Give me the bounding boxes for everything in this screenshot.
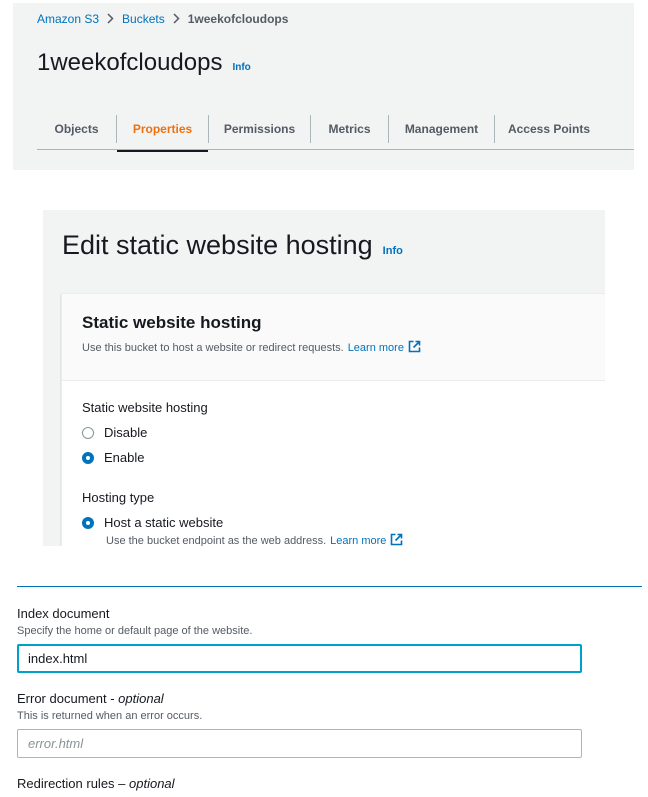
- radio-host-static-label: Host a static website: [104, 515, 224, 530]
- edit-title-text: Edit static website hosting: [62, 230, 373, 260]
- hosting-field-label: Static website hosting: [82, 400, 208, 415]
- external-link-icon[interactable]: [408, 340, 421, 356]
- chevron-right-icon: [173, 12, 180, 26]
- optional-tag: optional: [129, 776, 175, 791]
- learn-more-link[interactable]: Learn more: [330, 535, 386, 546]
- radio-disable-label: Disable: [104, 425, 148, 440]
- form-top-border: [17, 586, 642, 587]
- hosting-type-label: Hosting type: [82, 490, 155, 505]
- optional-tag: optional: [118, 691, 164, 706]
- chevron-right-icon: [107, 12, 114, 26]
- tab-properties[interactable]: Properties: [117, 107, 208, 152]
- edit-page-title: Edit static website hosting Info: [62, 230, 403, 261]
- radio-enable-label: Enable: [104, 450, 145, 465]
- bucket-header-panel: Amazon S3 Buckets 1weekofcloudops 1weeko…: [13, 3, 634, 170]
- radio-host-static-control[interactable]: [82, 516, 94, 529]
- host-static-description: Use the bucket endpoint as the web addre…: [106, 533, 403, 546]
- bucket-name: 1weekofcloudops: [37, 49, 223, 76]
- page-title: 1weekofcloudops Info: [37, 49, 251, 77]
- breadcrumb: Amazon S3 Buckets 1weekofcloudops: [37, 12, 288, 26]
- external-link-icon[interactable]: [390, 533, 403, 546]
- bucket-tabs: Objects Properties Permissions Metrics M…: [37, 107, 603, 152]
- breadcrumb-buckets[interactable]: Buckets: [122, 12, 165, 26]
- breadcrumb-amazon-s3[interactable]: Amazon S3: [37, 12, 99, 26]
- radio-host-static-website[interactable]: Host a static website: [82, 515, 223, 530]
- error-document-input[interactable]: [17, 729, 582, 758]
- error-document-label: Error document - optional: [17, 691, 164, 706]
- index-document-label: Index document: [17, 606, 110, 621]
- radio-disable[interactable]: Disable: [82, 425, 147, 440]
- radio-disable-control[interactable]: [82, 426, 94, 439]
- card-title: Static website hosting: [82, 313, 262, 332]
- tab-permissions[interactable]: Permissions: [209, 107, 310, 151]
- tabs-divider-line: [37, 149, 634, 150]
- redirection-rules-label: Redirection rules – optional: [17, 776, 175, 791]
- error-document-label-text: Error document -: [17, 691, 119, 706]
- tab-management[interactable]: Management: [389, 107, 494, 151]
- index-document-input[interactable]: [17, 644, 582, 673]
- tab-objects[interactable]: Objects: [37, 107, 116, 151]
- bucket-info-link[interactable]: Info: [232, 62, 250, 73]
- edit-static-hosting-panel: Edit static website hosting Info Static …: [43, 210, 605, 546]
- error-document-description: This is returned when an error occurs.: [17, 710, 203, 722]
- card-description: Use this bucket to host a website or red…: [82, 340, 421, 356]
- card-description-text: Use this bucket to host a website or red…: [82, 342, 344, 354]
- redirection-rules-label-text: Redirection rules –: [17, 776, 129, 791]
- host-static-description-text: Use the bucket endpoint as the web addre…: [106, 535, 327, 546]
- index-document-description: Specify the home or default page of the …: [17, 625, 253, 637]
- card-header: Static website hosting Use this bucket t…: [62, 294, 605, 381]
- tab-access-points[interactable]: Access Points: [495, 107, 603, 151]
- static-hosting-card: Static website hosting Use this bucket t…: [61, 293, 605, 546]
- edit-info-link[interactable]: Info: [383, 245, 403, 257]
- tab-metrics[interactable]: Metrics: [311, 107, 388, 151]
- radio-enable[interactable]: Enable: [82, 450, 144, 465]
- radio-enable-control[interactable]: [82, 451, 94, 464]
- learn-more-link[interactable]: Learn more: [348, 342, 404, 354]
- breadcrumb-current-bucket: 1weekofcloudops: [187, 12, 289, 26]
